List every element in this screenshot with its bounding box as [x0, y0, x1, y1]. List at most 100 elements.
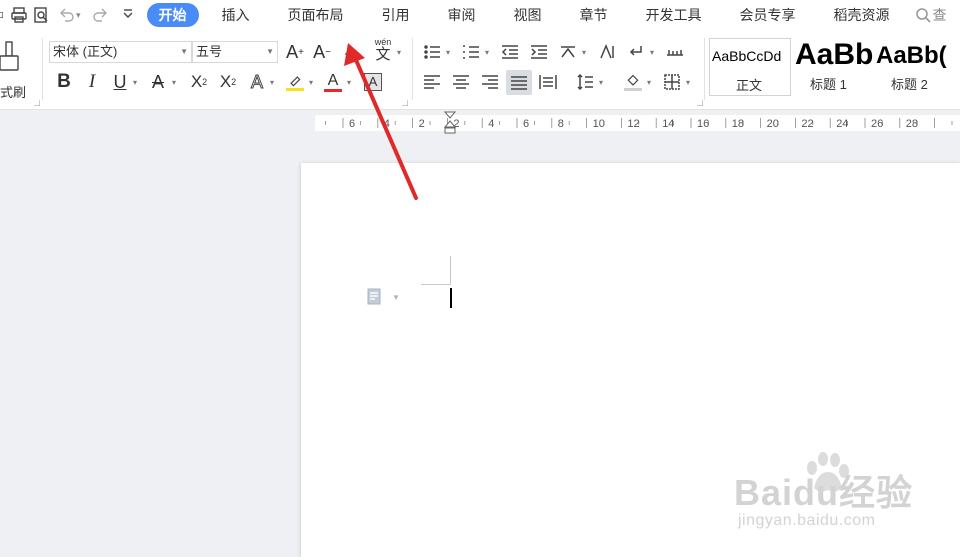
- indent-marker-icon[interactable]: [443, 111, 457, 135]
- tab-developer[interactable]: 开发工具: [627, 3, 721, 27]
- highlight-button[interactable]: [284, 71, 306, 93]
- chevron-down-icon[interactable]: ▾: [582, 48, 586, 57]
- distributed-align-button[interactable]: [537, 71, 559, 93]
- ruler-label: 10: [593, 118, 605, 130]
- bold-button[interactable]: B: [53, 71, 75, 93]
- chevron-down-icon[interactable]: ▾: [647, 78, 651, 87]
- group-separator: [704, 38, 705, 100]
- undo-icon[interactable]: [56, 4, 78, 26]
- chinese-layout-button[interactable]: [557, 41, 579, 63]
- dialog-launcher-icon[interactable]: [697, 100, 703, 106]
- line-break-button[interactable]: [625, 41, 647, 63]
- shrink-font-button[interactable]: A −: [311, 41, 333, 63]
- font-size-select[interactable]: 五号 ▼: [192, 41, 278, 63]
- chevron-down-icon: ▼: [266, 47, 274, 56]
- font-name-select[interactable]: 宋体 (正文) ▼: [49, 41, 192, 63]
- chevron-down-icon[interactable]: ▾: [397, 48, 401, 57]
- search-command[interactable]: 查: [915, 5, 947, 25]
- chevron-down-icon[interactable]: ▾: [309, 78, 313, 87]
- grow-font-button[interactable]: A +: [284, 41, 306, 63]
- tab-view[interactable]: 视图: [495, 3, 561, 27]
- tab-references[interactable]: 引用: [363, 3, 429, 27]
- pinyin-guide-button[interactable]: wén 文: [370, 38, 396, 63]
- indent-icon: [531, 45, 547, 59]
- tab-docer-resources[interactable]: 稻壳资源: [815, 3, 909, 27]
- shading-button[interactable]: [622, 71, 644, 93]
- ribbon-tabs: 开始 插入 页面布局 引用 审阅 视图 章节 开发工具 会员专享 稻壳资源: [146, 3, 909, 27]
- underline-button[interactable]: U: [109, 71, 131, 93]
- tab-page-layout[interactable]: 页面布局: [269, 3, 363, 27]
- horizontal-ruler[interactable]: 6 4 2 2 4 6 8 10 12 14 16 18 20 22 24 26 28: [0, 111, 960, 135]
- text-cursor: [450, 288, 452, 308]
- bullet-list-icon: [424, 45, 440, 59]
- tab-sections[interactable]: 章节: [561, 3, 627, 27]
- align-left-button[interactable]: [421, 71, 443, 93]
- line-spacing-button[interactable]: [574, 71, 596, 93]
- increase-indent-button[interactable]: [528, 41, 550, 63]
- paragraph-layout-button[interactable]: ▼: [367, 288, 400, 306]
- chevron-down-icon[interactable]: ▾: [270, 78, 274, 87]
- dialog-launcher-icon[interactable]: [402, 100, 408, 106]
- home-ribbon: 式刷 宋体 (正文) ▼ 五号 ▼ A + A − wén 文 ▾ B I U ▾ …: [0, 30, 960, 110]
- undo-dropdown-icon[interactable]: ▾: [76, 10, 81, 21]
- style-name: 标题 2: [891, 77, 928, 92]
- style-heading-2[interactable]: AaBb( 标题 2: [874, 38, 960, 96]
- numbered-list-icon: [463, 45, 479, 59]
- tab-home[interactable]: 开始: [146, 3, 199, 27]
- font-color-button[interactable]: A: [322, 71, 344, 93]
- align-center-icon: [453, 75, 469, 89]
- chevron-down-icon[interactable]: ▾: [347, 78, 351, 87]
- italic-button[interactable]: I: [81, 71, 103, 93]
- style-preview: AaBb(: [876, 42, 947, 69]
- align-center-button[interactable]: [450, 71, 472, 93]
- font-size-value: 五号: [196, 44, 223, 59]
- char-shading-button[interactable]: A: [362, 71, 384, 93]
- ruler-label: 6: [523, 118, 529, 130]
- style-name: 标题 1: [810, 77, 847, 92]
- print-icon[interactable]: [8, 4, 30, 26]
- customize-toolbar-icon[interactable]: [117, 4, 139, 26]
- format-painter-icon: [0, 41, 19, 71]
- chevron-down-icon: ▼: [392, 292, 400, 302]
- pinyin-char-icon: 文: [375, 46, 391, 63]
- text-direction-button[interactable]: [596, 41, 618, 63]
- tab-stops-icon: [667, 50, 683, 56]
- text-direction-icon: [600, 44, 614, 59]
- decrease-indent-button[interactable]: [499, 41, 521, 63]
- justify-button[interactable]: [506, 70, 532, 95]
- group-separator: [42, 38, 43, 100]
- style-normal[interactable]: AaBbCcDd 正文: [709, 38, 791, 96]
- tab-review[interactable]: 审阅: [429, 3, 495, 27]
- superscript-button[interactable]: X2: [188, 71, 210, 93]
- ruler-ticks: 6 4 2 2 4 6 8 10 12 14 16 18 20 22 24 26 28: [325, 118, 953, 130]
- highlight-color-swatch: [286, 87, 304, 91]
- chevron-down-icon[interactable]: ▾: [446, 48, 450, 57]
- align-right-button[interactable]: [479, 71, 501, 93]
- chevron-down-icon[interactable]: ▾: [172, 78, 176, 87]
- style-preview: AaBbCcDd: [712, 48, 782, 64]
- dialog-launcher-icon[interactable]: [34, 100, 40, 106]
- margin-corner-mark: [421, 284, 451, 285]
- chevron-down-icon[interactable]: ▾: [686, 78, 690, 87]
- subscript-button[interactable]: X2: [217, 71, 239, 93]
- tab-stops-button[interactable]: [664, 41, 686, 63]
- chevron-down-icon[interactable]: ▾: [485, 48, 489, 57]
- distributed-align-icon: [539, 75, 557, 89]
- chevron-down-icon[interactable]: ▾: [133, 78, 137, 87]
- chevron-down-icon[interactable]: ▾: [599, 78, 603, 87]
- numbered-list-button[interactable]: [460, 41, 482, 63]
- print-preview-icon[interactable]: [30, 4, 52, 26]
- redo-icon[interactable]: [89, 4, 111, 26]
- strikethrough-button[interactable]: A: [147, 71, 169, 93]
- open-file-icon[interactable]: [0, 4, 8, 26]
- tab-insert[interactable]: 插入: [203, 3, 269, 27]
- bullet-list-button[interactable]: [421, 41, 443, 63]
- clear-format-button[interactable]: [341, 41, 363, 63]
- text-effect-button[interactable]: A: [246, 71, 268, 93]
- style-heading-1[interactable]: AaBb 标题 1: [793, 38, 873, 96]
- chevron-down-icon: ▼: [180, 47, 188, 56]
- tab-member[interactable]: 会员专享: [721, 3, 815, 27]
- format-painter-button[interactable]: 式刷: [0, 36, 36, 102]
- borders-button[interactable]: [661, 71, 683, 93]
- chevron-down-icon[interactable]: ▾: [650, 48, 654, 57]
